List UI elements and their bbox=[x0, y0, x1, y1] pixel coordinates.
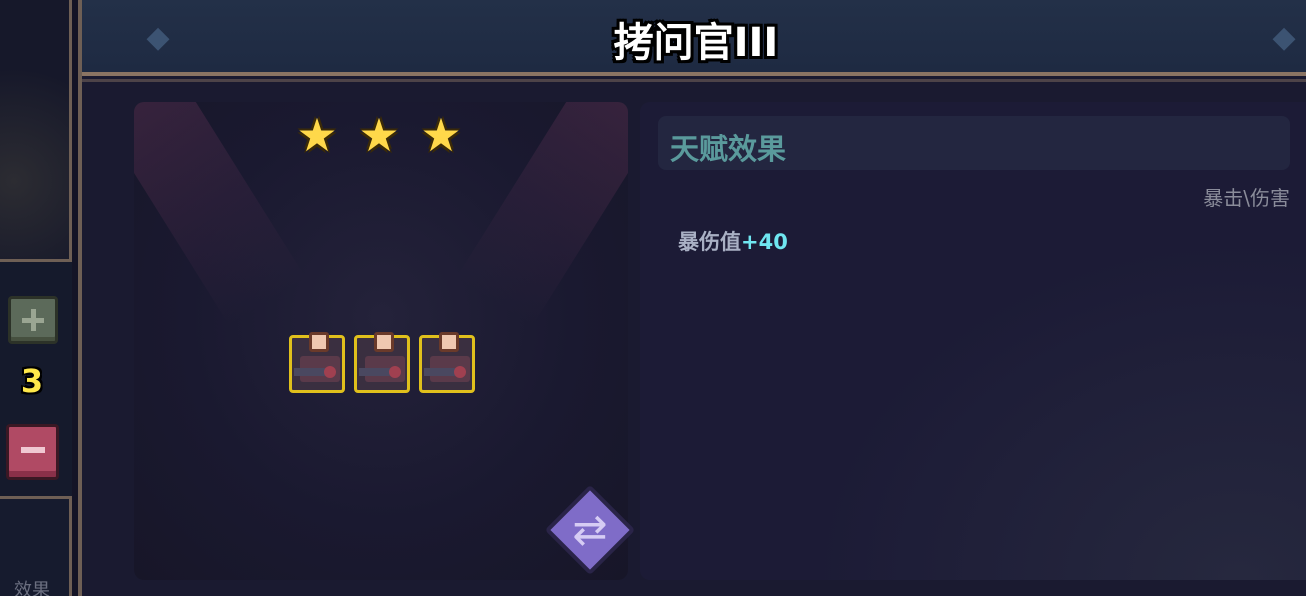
talent-title: 天赋效果 bbox=[670, 132, 787, 166]
spotlight-left bbox=[134, 102, 307, 327]
unit-weapon bbox=[359, 368, 393, 376]
talent-panel: 天赋效果 暴击\伤害 暴伤值+40 bbox=[640, 102, 1306, 580]
unit-head bbox=[309, 332, 329, 352]
unit-orb bbox=[324, 366, 336, 378]
star-icon: ★ bbox=[296, 108, 338, 162]
increase-button[interactable] bbox=[8, 296, 58, 344]
page-title: 拷问官III bbox=[613, 20, 779, 66]
star-rating: ★ ★ ★ bbox=[292, 110, 472, 160]
title-bar: ◆ 拷问官III ◆ bbox=[82, 0, 1306, 82]
side-panel-top bbox=[0, 0, 72, 262]
talent-header: 天赋效果 bbox=[658, 116, 1290, 170]
unit-head bbox=[439, 332, 459, 352]
talent-effect: 暴伤值+40 bbox=[678, 226, 788, 256]
unit-card[interactable] bbox=[354, 332, 410, 393]
star-icon: ★ bbox=[358, 108, 400, 162]
unit-orb bbox=[454, 366, 466, 378]
unit-weapon bbox=[424, 368, 458, 376]
unit-card[interactable] bbox=[419, 332, 475, 393]
swap-icon: ⇄ bbox=[572, 505, 608, 554]
side-panel: 3 效果 bbox=[0, 0, 72, 596]
spotlight-right bbox=[455, 102, 628, 327]
star-icon: ★ bbox=[420, 108, 462, 162]
unit-orb bbox=[389, 366, 401, 378]
unit-card[interactable] bbox=[289, 332, 345, 393]
decrease-button[interactable] bbox=[6, 424, 59, 480]
count-value: 3 bbox=[20, 362, 44, 400]
effect-value: +40 bbox=[741, 230, 788, 254]
unit-head bbox=[374, 332, 394, 352]
effect-tab[interactable]: 效果 bbox=[14, 576, 50, 596]
ornament-right-icon: ◆ bbox=[1272, 20, 1296, 55]
unit-weapon bbox=[294, 368, 328, 376]
talent-category: 暴击\伤害 bbox=[1203, 186, 1290, 210]
swap-button[interactable]: ⇄ bbox=[544, 484, 636, 576]
effect-label: 暴伤值 bbox=[678, 230, 741, 254]
unit-group bbox=[289, 327, 481, 397]
